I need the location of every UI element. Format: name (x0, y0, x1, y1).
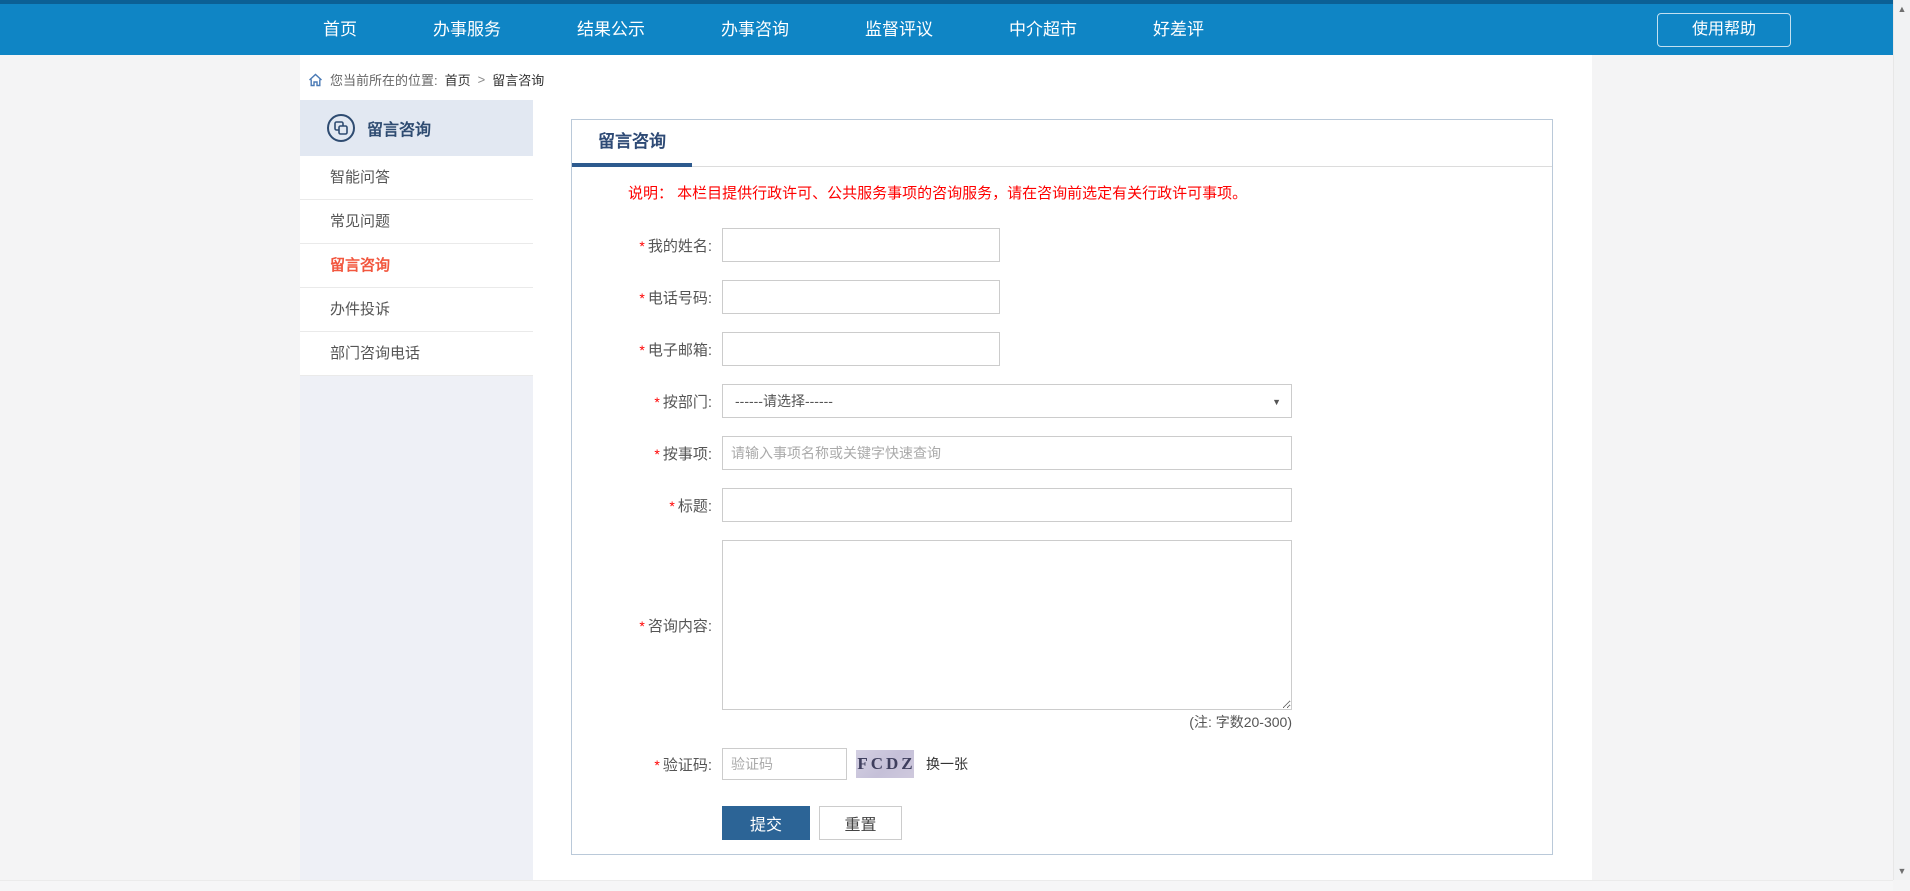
notice-text: 说明： 本栏目提供行政许可、公共服务事项的咨询服务，请在咨询前选定有关行政许可事… (628, 182, 1552, 203)
email-label: *电子邮箱: (572, 339, 722, 360)
sidebar-item-smart-qa[interactable]: 智能问答 (300, 156, 533, 200)
name-row: *我的姓名: (572, 228, 1552, 262)
name-input[interactable] (722, 228, 1000, 262)
sidebar-item-complaint[interactable]: 办件投诉 (300, 288, 533, 332)
top-navbar: 首页 办事服务 结果公示 办事咨询 监督评议 中介超市 好差评 使用帮助 (0, 4, 1893, 55)
scroll-down-icon[interactable]: ▼ (1894, 862, 1910, 880)
breadcrumb-prefix: 您当前所在的位置: (330, 70, 438, 89)
content-row: *咨询内容: (572, 540, 1552, 710)
department-label: *按部门: (572, 391, 722, 412)
nav-item-results[interactable]: 结果公示 (577, 4, 645, 55)
title-label: *标题: (572, 495, 722, 516)
sidebar-header: 留言咨询 (300, 100, 533, 156)
sidebar-menu: 智能问答 常见问题 留言咨询 办件投诉 部门咨询电话 (300, 156, 533, 376)
required-mark: * (639, 342, 644, 358)
content-length-note: (注: 字数20-300) (572, 712, 1292, 732)
chevron-down-icon: ▼ (1272, 385, 1281, 419)
captcha-label: *验证码: (572, 754, 722, 775)
required-mark: * (654, 446, 659, 462)
home-icon (308, 73, 323, 87)
required-mark: * (639, 238, 644, 254)
required-mark: * (639, 290, 644, 306)
content-textarea[interactable] (722, 540, 1292, 710)
sidebar-item-message-consult[interactable]: 留言咨询 (300, 244, 533, 288)
nav-item-agency-market[interactable]: 中介超市 (1009, 4, 1077, 55)
content-label: *咨询内容: (572, 615, 722, 636)
submit-button[interactable]: 提交 (722, 806, 810, 840)
matter-input[interactable] (722, 436, 1292, 470)
sidebar-item-dept-phone[interactable]: 部门咨询电话 (300, 332, 533, 376)
matter-label: *按事项: (572, 443, 722, 464)
breadcrumb: 您当前所在的位置: 首页 > 留言咨询 (300, 55, 1592, 100)
name-label: *我的姓名: (572, 235, 722, 256)
nav-item-home[interactable]: 首页 (323, 4, 357, 55)
department-select[interactable]: ------请选择------ ▼ (722, 384, 1292, 418)
nav-item-supervision[interactable]: 监督评议 (865, 4, 933, 55)
required-mark: * (654, 394, 659, 410)
nav-menu: 首页 办事服务 结果公示 办事咨询 监督评议 中介超市 好差评 (323, 4, 1204, 55)
breadcrumb-separator: > (478, 72, 486, 87)
title-input[interactable] (722, 488, 1292, 522)
reset-button[interactable]: 重置 (819, 806, 902, 840)
sidebar-header-label: 留言咨询 (367, 116, 431, 140)
breadcrumb-home-link[interactable]: 首页 (445, 70, 471, 89)
required-mark: * (639, 618, 644, 634)
required-mark: * (654, 757, 659, 773)
matter-row: *按事项: (572, 436, 1552, 470)
department-row: *按部门: ------请选择------ ▼ (572, 384, 1552, 418)
help-button[interactable]: 使用帮助 (1657, 13, 1791, 47)
nav-item-services[interactable]: 办事服务 (433, 4, 501, 55)
phone-input[interactable] (722, 280, 1000, 314)
captcha-image[interactable]: FCDZ (856, 750, 914, 778)
email-row: *电子邮箱: (572, 332, 1552, 366)
nav-item-consult[interactable]: 办事咨询 (721, 4, 789, 55)
required-mark: * (669, 498, 674, 514)
captcha-refresh-link[interactable]: 换一张 (926, 754, 968, 774)
message-consult-icon (326, 113, 356, 143)
form-buttons: 提交 重置 (722, 806, 1552, 840)
consult-panel: 留言咨询 说明： 本栏目提供行政许可、公共服务事项的咨询服务，请在咨询前选定有关… (571, 119, 1553, 855)
panel-tab-bar: 留言咨询 (572, 120, 1552, 167)
phone-label: *电话号码: (572, 287, 722, 308)
main-column: 留言咨询 说明： 本栏目提供行政许可、公共服务事项的咨询服务，请在咨询前选定有关… (533, 100, 1592, 880)
vertical-scrollbar[interactable]: ▲ ▼ (1893, 0, 1910, 880)
captcha-row: *验证码: FCDZ 换一张 (572, 748, 1552, 780)
nav-item-rating[interactable]: 好差评 (1153, 4, 1204, 55)
consult-form: *我的姓名: *电话号码: *电子邮箱: *按部门: -- (572, 228, 1552, 840)
department-selected-value: ------请选择------ (735, 393, 833, 409)
horizontal-scrollbar[interactable] (0, 880, 1893, 891)
page-content: 您当前所在的位置: 首页 > 留言咨询 留言咨询 智能问答 常见问题 留言咨询 … (300, 55, 1592, 880)
title-row: *标题: (572, 488, 1552, 522)
breadcrumb-current: 留言咨询 (492, 70, 544, 89)
captcha-input[interactable] (722, 748, 847, 780)
sidebar: 留言咨询 智能问答 常见问题 留言咨询 办件投诉 部门咨询电话 (300, 100, 533, 880)
sidebar-item-faq[interactable]: 常见问题 (300, 200, 533, 244)
email-input[interactable] (722, 332, 1000, 366)
tab-message-consult[interactable]: 留言咨询 (572, 120, 692, 167)
phone-row: *电话号码: (572, 280, 1552, 314)
scroll-up-icon[interactable]: ▲ (1894, 0, 1910, 18)
